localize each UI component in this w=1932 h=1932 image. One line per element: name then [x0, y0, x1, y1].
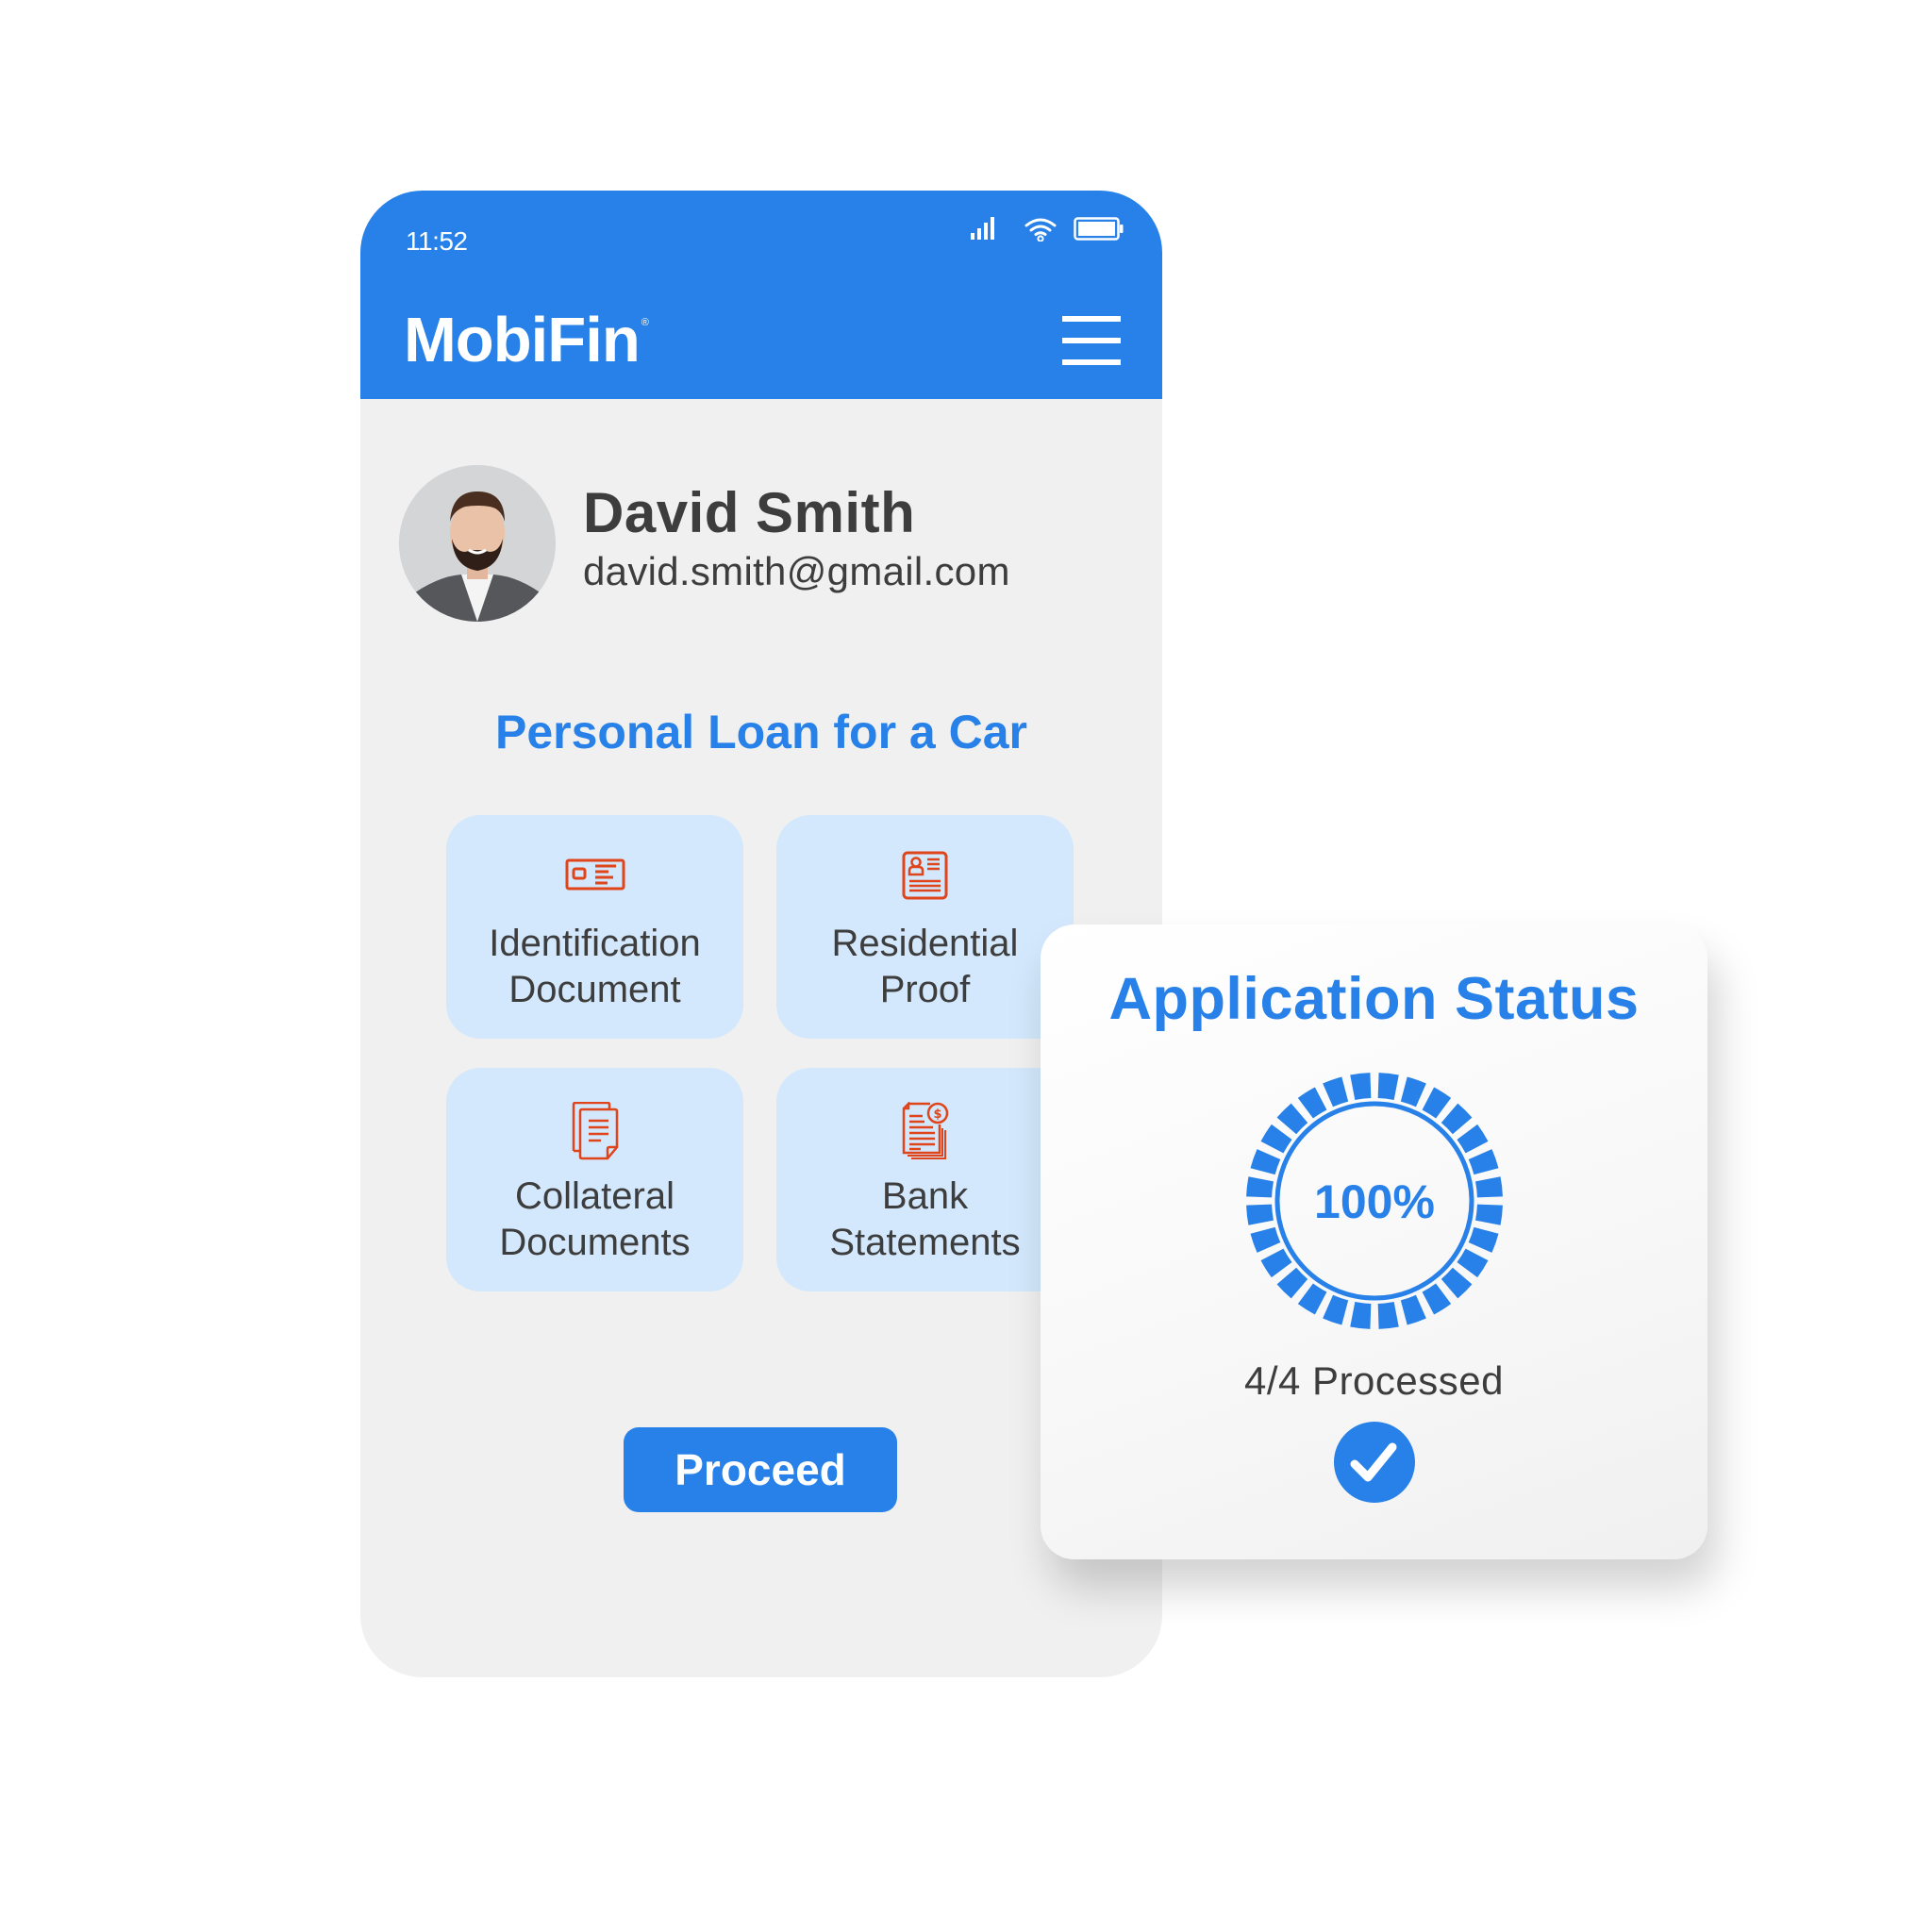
doc-card-collateral[interactable]: Collateral Documents: [446, 1068, 743, 1291]
svg-text:$: $: [933, 1108, 941, 1122]
doc-card-label: Collateral Documents: [446, 1174, 743, 1266]
ring-segment: [1475, 1204, 1503, 1225]
doc-card-label: Bank Statements: [776, 1174, 1074, 1266]
ring-segment: [1250, 1149, 1281, 1175]
label-line-1: Collateral: [515, 1175, 675, 1217]
ring-segment: [1246, 1176, 1274, 1198]
progress-ring: 100%: [1246, 1073, 1503, 1329]
ring-segment: [1260, 1124, 1292, 1154]
logo-text: MobiFin: [404, 305, 641, 375]
battery-icon: [1074, 217, 1124, 241]
ring-segment: [1350, 1302, 1372, 1329]
ring-segment: [1297, 1283, 1327, 1315]
signal-icon: [971, 217, 994, 240]
avatar: [399, 465, 556, 622]
doc-card-identification[interactable]: Identification Document: [446, 815, 743, 1039]
ring-segment: [1297, 1087, 1327, 1119]
app-header: 11:52 MobiFin ®: [360, 191, 1162, 399]
label-line-2: Statements: [829, 1222, 1021, 1263]
processed-count: 4/4 Processed: [1244, 1358, 1504, 1403]
ring-segment: [1377, 1073, 1399, 1100]
status-icons: [970, 217, 1125, 245]
ring-segment: [1260, 1248, 1292, 1278]
mobifin-logo: MobiFin ®: [404, 304, 649, 376]
wifi-icon: [1024, 218, 1057, 242]
application-status-card: Application Status 100% 4/4 Processed: [1041, 924, 1707, 1559]
ring-segment: [1441, 1267, 1473, 1299]
bank-statement-icon: $: [902, 1102, 948, 1159]
ring-segment: [1468, 1226, 1499, 1253]
ring-segment: [1441, 1103, 1473, 1135]
hamburger-menu-icon[interactable]: [1062, 316, 1121, 365]
check-circle-icon: [1334, 1422, 1415, 1503]
label-line-2: Proof: [879, 969, 971, 1010]
doc-card-bank-statements[interactable]: $ Bank Statements: [776, 1068, 1074, 1291]
user-email: david.smith@gmail.com: [583, 549, 1010, 593]
ring-segment: [1475, 1176, 1503, 1198]
label-line-2: Document: [508, 969, 681, 1010]
ring-segment: [1323, 1076, 1349, 1108]
ring-segment: [1350, 1073, 1372, 1100]
progress-percent: 100%: [1314, 1175, 1435, 1228]
ring-segment: [1422, 1087, 1452, 1119]
ring-segment: [1276, 1103, 1308, 1135]
ring-segment: [1457, 1124, 1489, 1154]
doc-card-label: Identification Document: [446, 921, 743, 1013]
user-name: David Smith: [583, 481, 916, 544]
doc-card-residential[interactable]: Residential Proof: [776, 815, 1074, 1039]
label-line-1: Identification: [489, 923, 701, 964]
ring-segment: [1468, 1149, 1499, 1175]
label-line-1: Residential: [831, 923, 1019, 964]
ring-segment: [1400, 1076, 1426, 1108]
status-title: Application Status: [1108, 966, 1640, 1032]
documents-icon: [572, 1102, 618, 1160]
proceed-button[interactable]: Proceed: [624, 1427, 897, 1512]
ring-segment: [1246, 1204, 1274, 1225]
ring-segment: [1457, 1248, 1489, 1278]
label-line-2: Documents: [499, 1222, 691, 1263]
status-time: 11:52: [406, 226, 468, 256]
label-line-1: Bank: [881, 1175, 969, 1217]
ring-segment: [1276, 1267, 1308, 1299]
ring-segment: [1422, 1283, 1452, 1315]
resident-profile-icon: [902, 851, 947, 900]
ring-segment: [1400, 1294, 1426, 1325]
profile-photo: [399, 465, 556, 622]
ring-segment: [1377, 1302, 1399, 1329]
ring-segment: [1323, 1294, 1349, 1325]
ring-segment: [1250, 1226, 1281, 1253]
loan-title: Personal Loan for a Car: [494, 706, 1028, 758]
id-card-icon: [565, 858, 625, 891]
registered-mark: ®: [641, 317, 649, 328]
doc-card-label: Residential Proof: [776, 921, 1074, 1013]
